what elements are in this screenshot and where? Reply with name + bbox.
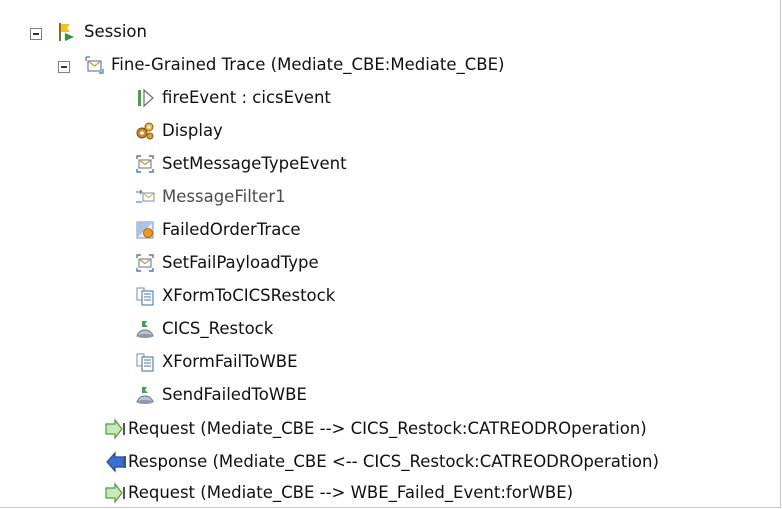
tree-node-label: Request (Mediate_CBE --> WBE_Failed_Even… (128, 483, 574, 502)
tree-node-label: XFormToCICSRestock (162, 286, 336, 305)
envelope-bracket-icon (136, 155, 154, 173)
tree-node-fine-grained-trace[interactable]: Fine-Grained Trace (Mediate_CBE:Mediate_… (83, 49, 504, 81)
xform-document-icon (136, 287, 154, 306)
collapse-toggle-trace[interactable] (58, 61, 70, 73)
tree-node-display[interactable]: Display (134, 115, 223, 147)
trace-node-icon (136, 221, 154, 239)
tree-node-set-message-type-event[interactable]: SetMessageTypeEvent (134, 148, 347, 180)
tree-node-label: XFormFailToWBE (162, 352, 298, 371)
service-invoke-icon (136, 387, 154, 404)
fine-grained-trace-icon (85, 56, 104, 74)
tree-node-label: Fine-Grained Trace (Mediate_CBE:Mediate_… (111, 55, 505, 74)
service-invoke-icon (136, 321, 154, 338)
tree-node-cics-restock[interactable]: CICS_Restock (134, 313, 273, 345)
display-gears-icon (136, 122, 154, 140)
envelope-bracket-icon (136, 254, 154, 272)
collapse-toggle-session[interactable] (30, 28, 42, 40)
tree-node-label: MessageFilter1 (162, 187, 286, 206)
session-flag-icon (59, 23, 74, 41)
tree-node-label: Response (Mediate_CBE <-- CICS_Restock:C… (128, 452, 659, 471)
tree-node-failed-order-trace[interactable]: FailedOrderTrace (134, 214, 301, 246)
tree-node-label: SendFailedToWBE (162, 385, 307, 404)
tree-node-xform-fail-to-wbe[interactable]: XFormFailToWBE (134, 346, 298, 378)
response-arrow-icon (106, 451, 126, 473)
tree-node-request-wbe[interactable]: Request (Mediate_CBE --> WBE_Failed_Even… (104, 479, 573, 507)
tree-node-fire-event[interactable]: fireEvent : cicsEvent (134, 82, 331, 114)
tree-node-label: FailedOrderTrace (162, 220, 301, 239)
tree-node-label: Display (162, 121, 223, 140)
tree-node-label: Request (Mediate_CBE --> CICS_Restock:CA… (128, 419, 647, 438)
request-arrow-icon (105, 482, 125, 504)
tree-node-label: CICS_Restock (162, 319, 274, 338)
tree-node-response-cics[interactable]: Response (Mediate_CBE <-- CICS_Restock:C… (104, 446, 659, 478)
xform-document-icon (136, 353, 154, 372)
tree-node-label: Session (84, 22, 147, 41)
tree-node-label: SetMessageTypeEvent (162, 154, 347, 173)
tree-node-request-cics[interactable]: Request (Mediate_CBE --> CICS_Restock:CA… (104, 413, 647, 445)
tree-node-session[interactable]: Session (56, 16, 147, 48)
request-arrow-icon (105, 418, 125, 440)
tree-node-set-fail-payload-type[interactable]: SetFailPayloadType (134, 247, 319, 279)
tree-node-xform-to-cics-restock[interactable]: XFormToCICSRestock (134, 280, 335, 312)
tree-node-message-filter[interactable]: MessageFilter1 (134, 181, 286, 213)
tree-node-label: fireEvent : cicsEvent (162, 88, 331, 107)
message-filter-icon (136, 189, 155, 203)
tree-node-label: SetFailPayloadType (162, 253, 319, 272)
fire-event-icon (138, 88, 154, 108)
tree-node-send-failed-to-wbe[interactable]: SendFailedToWBE (134, 379, 307, 411)
